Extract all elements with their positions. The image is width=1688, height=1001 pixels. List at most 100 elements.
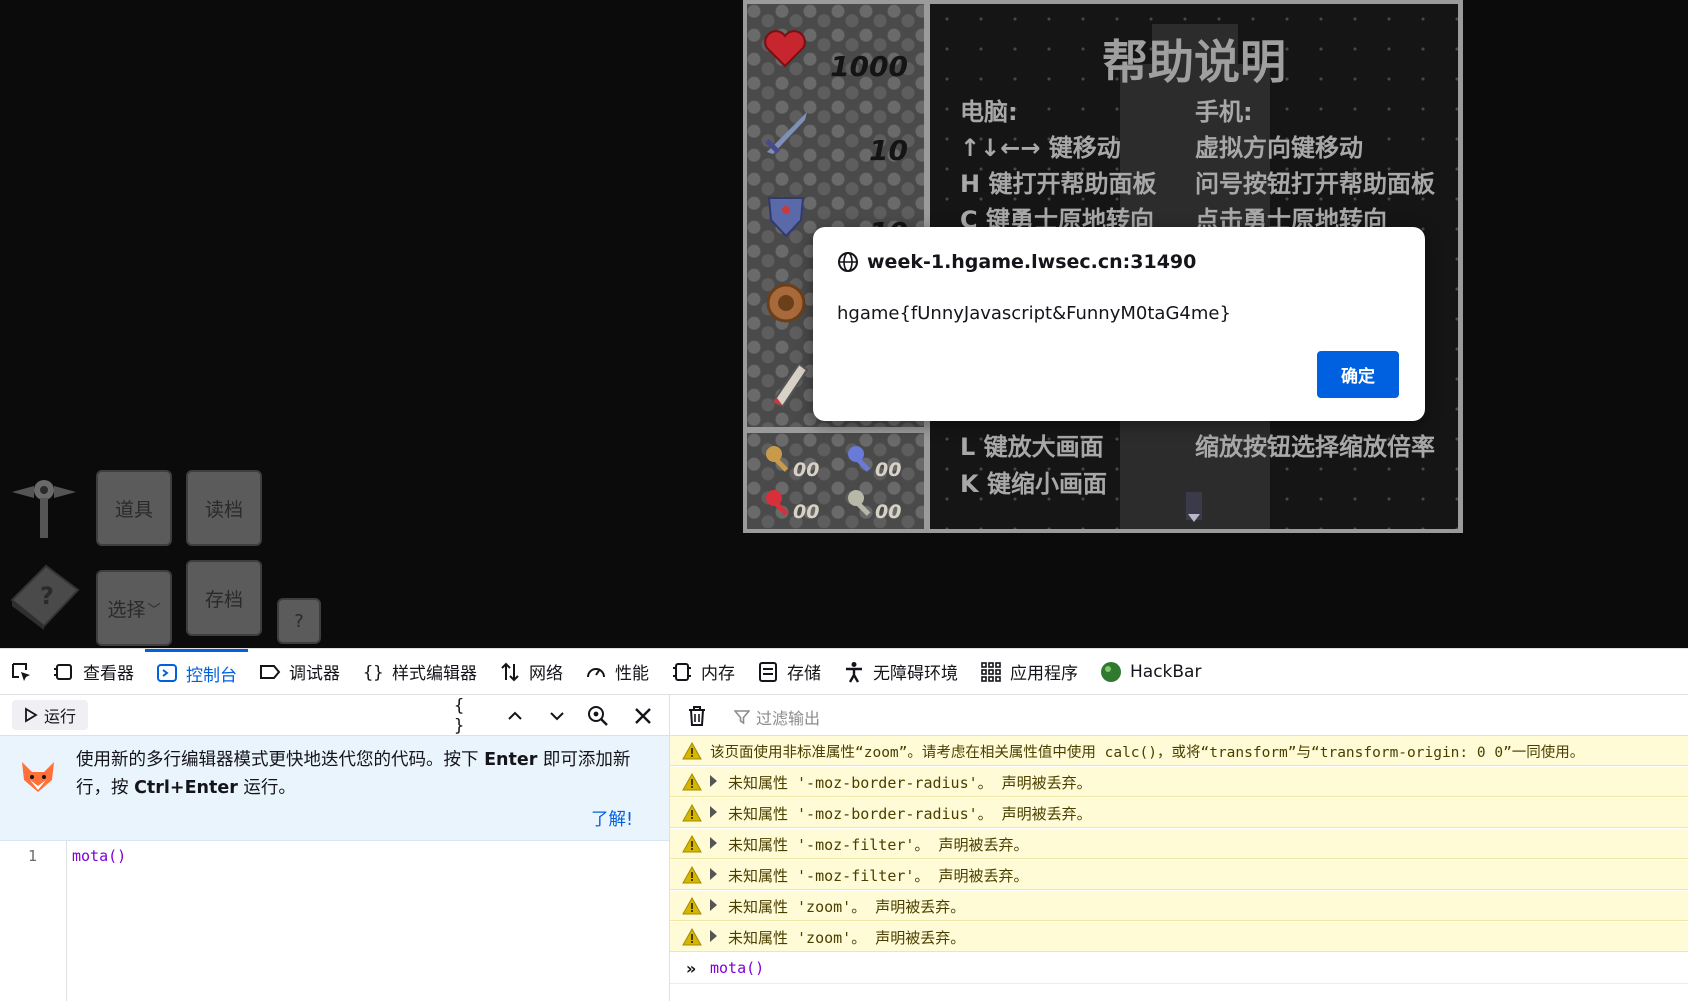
console-output-pane: 过滤输出 该页面使用非标准属性“zoom”。请考虑在相关属性值中使用 calc(… bbox=[670, 695, 1688, 1001]
console-input-echo[interactable]: » mota() bbox=[670, 953, 1688, 984]
tab-application[interactable]: 应用程序 bbox=[969, 649, 1089, 694]
line-number: 1 bbox=[28, 847, 38, 865]
warning-icon bbox=[682, 773, 702, 791]
help-button[interactable]: ? bbox=[277, 598, 321, 644]
console-message[interactable]: 未知属性 'zoom'。 声明被丢弃。 bbox=[670, 922, 1688, 952]
console-message[interactable]: 未知属性 '-moz-border-radius'。 声明被丢弃。 bbox=[670, 798, 1688, 828]
tab-inspector[interactable]: 查看器 bbox=[42, 649, 145, 694]
console-message[interactable]: 未知属性 '-moz-filter'。 声明被丢弃。 bbox=[670, 860, 1688, 890]
style-editor-icon: {} bbox=[363, 663, 383, 683]
element-picker-button[interactable] bbox=[0, 649, 42, 694]
help-title: 帮助说明 bbox=[1102, 35, 1286, 89]
ok-button[interactable]: 确定 bbox=[1317, 351, 1399, 398]
filter-output-input[interactable]: 过滤输出 bbox=[734, 705, 820, 729]
help-pc-header: 电脑: bbox=[960, 98, 1018, 126]
dialog-message: hgame{fUnnyJavascript&FunnyM0taG4me} bbox=[837, 303, 1231, 324]
multiline-notice: 使用新的多行编辑器模式更快地迭代您的代码。按下 Enter 即可添加新行，按 C… bbox=[0, 736, 669, 841]
close-editor-button[interactable] bbox=[630, 703, 656, 729]
code-line[interactable]: mota() bbox=[72, 847, 126, 865]
expand-arrow-icon[interactable] bbox=[710, 806, 717, 818]
accessibility-icon bbox=[846, 661, 862, 683]
input-chevron-icon: » bbox=[686, 959, 697, 978]
help-pc-line: K 键缩小画面 bbox=[960, 470, 1107, 498]
pretty-print-button[interactable]: { } bbox=[454, 696, 480, 736]
blue-key-icon bbox=[848, 446, 871, 472]
console-message[interactable]: 未知属性 '-moz-filter'。 声明被丢弃。 bbox=[670, 829, 1688, 859]
console-editor-pane: 运行 { } 使用新的多行编辑器模式更快地迭代您的代码。按下 Enter 即可添… bbox=[0, 695, 670, 1001]
help-pc-line: L 键放大画面 bbox=[960, 433, 1104, 461]
globe-icon bbox=[838, 252, 858, 272]
hp-value: 1000 bbox=[830, 50, 908, 83]
hero-sprite-icon bbox=[1186, 492, 1202, 522]
element-picker-icon bbox=[12, 662, 30, 681]
dialog-origin-text: week-1.hgame.lwsec.cn:31490 bbox=[867, 251, 1197, 273]
tab-style-editor[interactable]: {} 样式编辑器 bbox=[351, 649, 488, 694]
expand-arrow-icon[interactable] bbox=[710, 868, 717, 880]
red-key-count: 00 bbox=[793, 501, 820, 523]
tab-accessibility[interactable]: 无障碍环境 bbox=[832, 649, 969, 694]
tab-performance[interactable]: 性能 bbox=[574, 649, 660, 694]
expand-arrow-icon[interactable] bbox=[710, 930, 717, 942]
dialog-origin: week-1.hgame.lwsec.cn:31490 bbox=[837, 251, 1196, 273]
heart-icon bbox=[764, 30, 806, 68]
yellow-key-count: 00 bbox=[793, 459, 820, 481]
output-toolbar: 过滤输出 bbox=[670, 695, 1688, 736]
application-icon bbox=[981, 661, 1001, 682]
emblem-icon bbox=[12, 480, 76, 538]
expand-arrow-icon[interactable] bbox=[710, 837, 717, 849]
storage-icon bbox=[759, 661, 777, 682]
tab-memory[interactable]: 内存 bbox=[660, 649, 746, 694]
tab-debugger[interactable]: 调试器 bbox=[248, 649, 351, 694]
select-dropdown[interactable]: 选择 ﹀ bbox=[96, 570, 172, 646]
red-key-icon bbox=[766, 490, 789, 516]
warning-icon bbox=[682, 742, 702, 760]
scroll-icon bbox=[771, 362, 809, 408]
load-button[interactable]: 读档 bbox=[186, 470, 262, 546]
alert-dialog: week-1.hgame.lwsec.cn:31490 hgame{fUnnyJ… bbox=[813, 227, 1425, 421]
pretty-print-icon: { } bbox=[454, 696, 465, 736]
console-message[interactable]: 该页面使用非标准属性“zoom”。请考虑在相关属性值中使用 calc()，或将“… bbox=[670, 736, 1688, 766]
yellow-key-icon bbox=[766, 446, 789, 472]
svg-text:{}: {} bbox=[363, 663, 383, 683]
line-gutter: 1 bbox=[0, 841, 67, 1001]
expand-arrow-icon[interactable] bbox=[710, 899, 717, 911]
inspector-icon bbox=[54, 663, 72, 680]
warning-icon bbox=[682, 928, 702, 946]
help-mobile-line: 缩放按钮选择缩放倍率 bbox=[1195, 433, 1435, 461]
warning-icon bbox=[682, 804, 702, 822]
blue-key-count: 00 bbox=[875, 459, 902, 481]
tab-storage[interactable]: 存储 bbox=[746, 649, 832, 694]
help-mobile-header: 手机: bbox=[1195, 98, 1253, 126]
items-button[interactable]: 道具 bbox=[96, 470, 172, 546]
save-button[interactable]: 存档 bbox=[186, 560, 262, 636]
help-book-icon[interactable]: ? bbox=[6, 560, 82, 632]
search-icon bbox=[588, 706, 608, 726]
firefox-fox-icon bbox=[22, 762, 54, 792]
coin-icon bbox=[766, 283, 806, 323]
help-pc-line: H 键打开帮助面板 bbox=[960, 170, 1157, 198]
reverse-search-button[interactable] bbox=[585, 703, 611, 729]
tab-network[interactable]: 网络 bbox=[488, 649, 574, 694]
devtools-panel: 查看器 控制台 调试器 {} 样式编辑器 网络 性能 内存 存储 无障碍环境 应… bbox=[0, 648, 1688, 1001]
learn-more-link[interactable]: 了解! bbox=[591, 806, 633, 831]
close-icon bbox=[635, 708, 651, 724]
tab-hackbar[interactable]: HackBar bbox=[1089, 649, 1212, 694]
shield-icon bbox=[767, 197, 805, 238]
network-icon bbox=[501, 662, 519, 681]
console-message[interactable]: 未知属性 'zoom'。 声明被丢弃。 bbox=[670, 891, 1688, 921]
code-editor[interactable]: 1 mota() bbox=[0, 841, 669, 1001]
performance-icon bbox=[587, 667, 605, 677]
trash-icon bbox=[689, 706, 705, 726]
run-button[interactable]: 运行 bbox=[12, 700, 89, 730]
warning-icon bbox=[682, 866, 702, 884]
history-up-button[interactable] bbox=[502, 703, 528, 729]
help-pc-line: ↑↓←→ 键移动 bbox=[960, 134, 1121, 162]
keys-panel: 00 00 00 00 bbox=[747, 433, 924, 529]
clear-console-button[interactable] bbox=[684, 703, 710, 729]
expand-arrow-icon[interactable] bbox=[710, 775, 717, 787]
tab-console[interactable]: 控制台 bbox=[145, 649, 248, 694]
console-message[interactable]: 未知属性 '-moz-border-radius'。 声明被丢弃。 bbox=[670, 767, 1688, 797]
history-down-button[interactable] bbox=[544, 703, 570, 729]
chevron-up-icon bbox=[508, 711, 522, 720]
attack-value: 10 bbox=[869, 134, 908, 167]
